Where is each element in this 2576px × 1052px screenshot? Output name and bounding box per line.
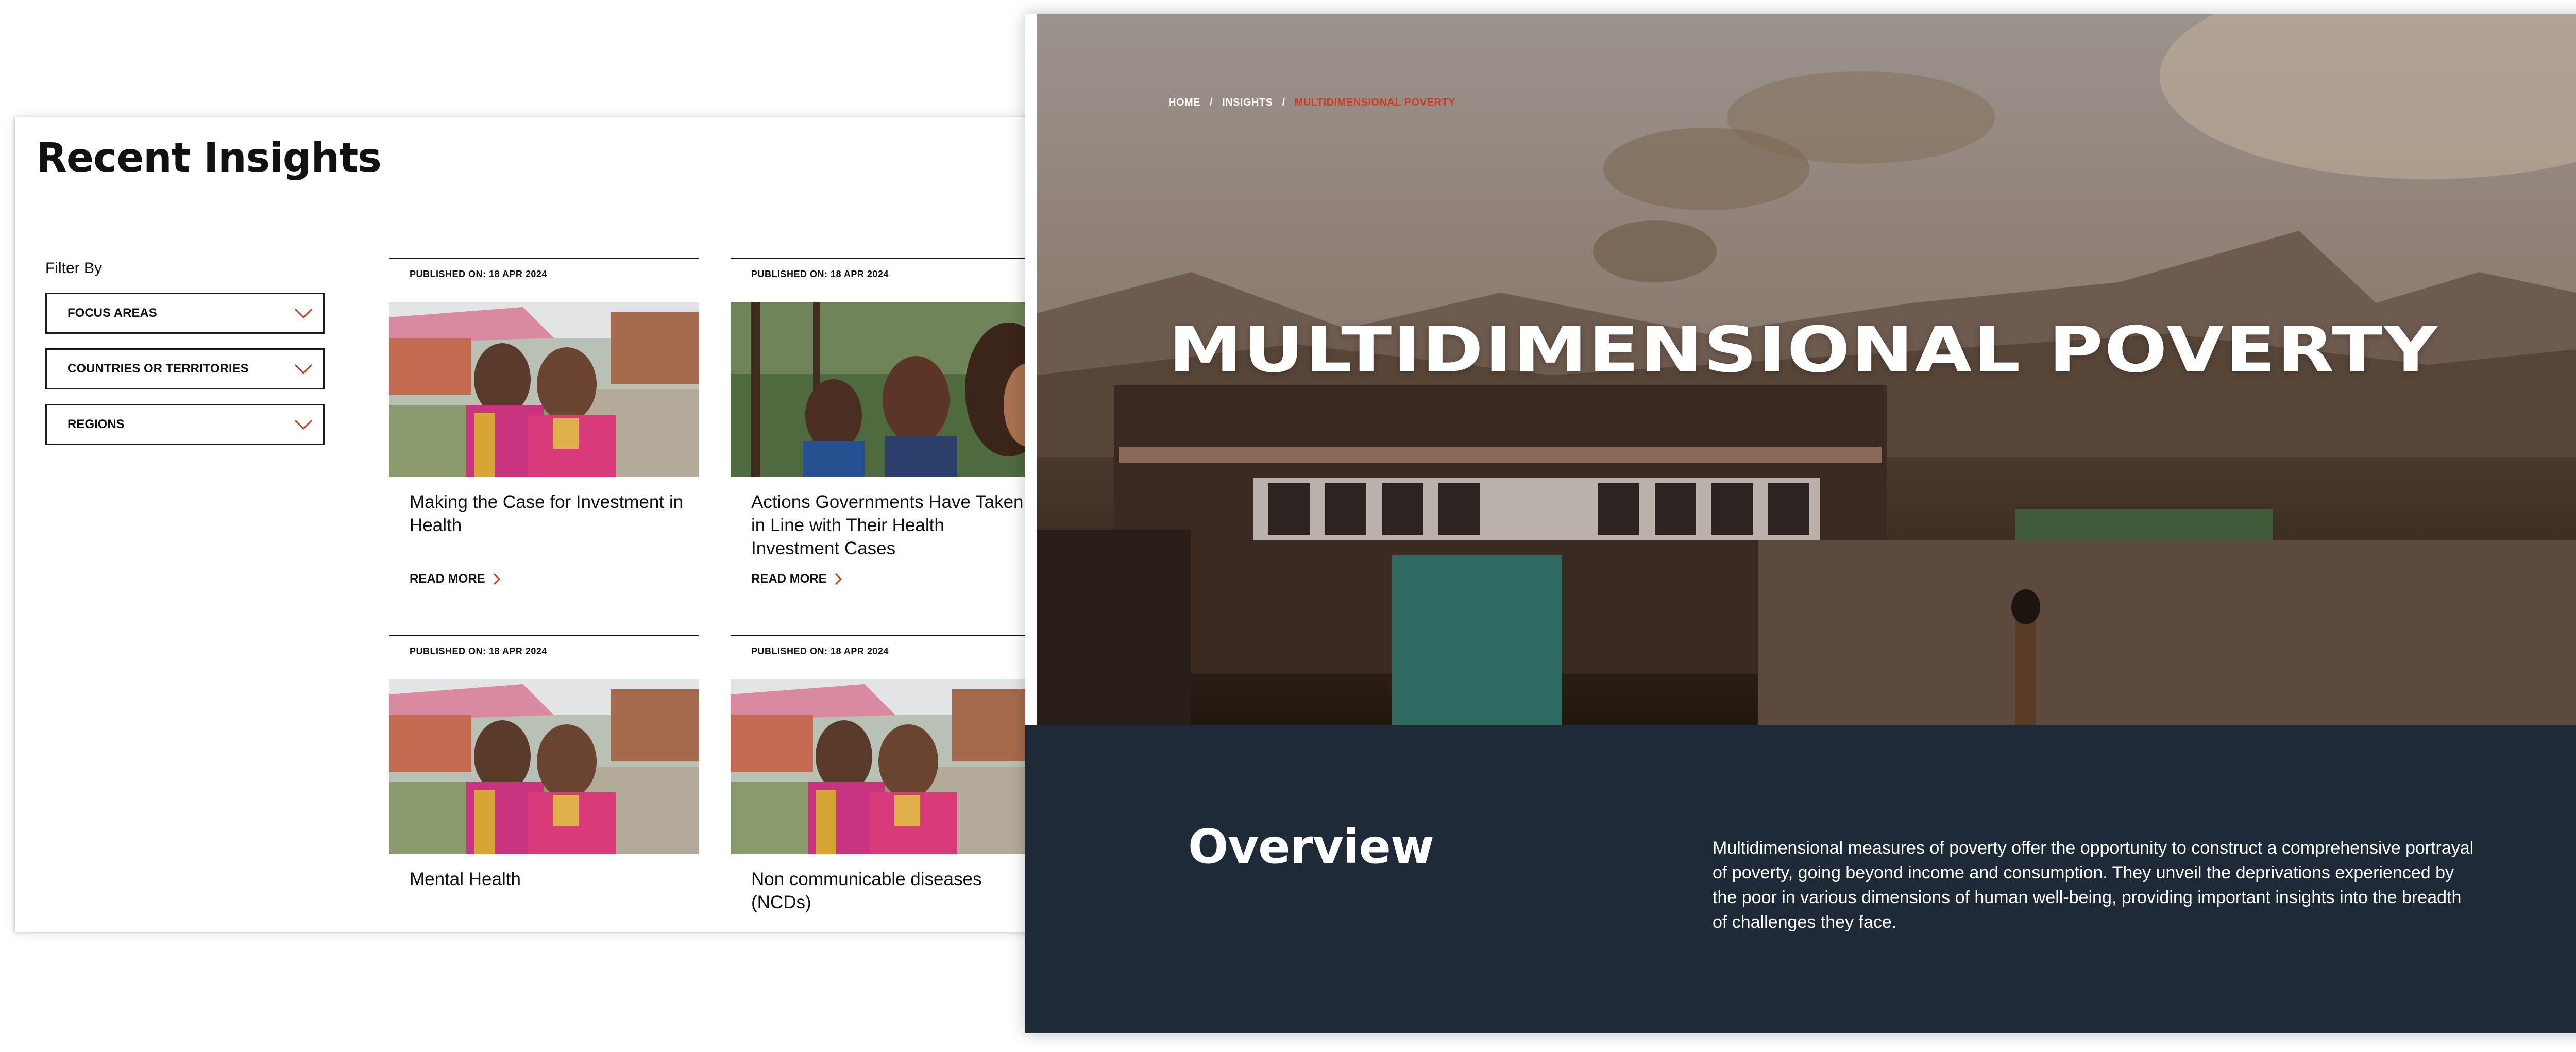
breadcrumb-separator: / [1210, 97, 1213, 108]
card-divider [731, 635, 1041, 636]
breadcrumb-home[interactable]: HOME [1168, 97, 1200, 109]
filter-label: Filter By [45, 260, 103, 277]
card-divider [389, 635, 699, 636]
hero-banner: HOME / INSIGHTS / MULTIDIMENSIONAL POVER… [1037, 14, 2576, 725]
published-date: PUBLISHED ON: 18 APR 2024 [751, 646, 889, 656]
insight-card[interactable]: PUBLISHED ON: 18 APR 2024 Non communicab… [731, 635, 1041, 932]
two-women-smiling-photo[interactable] [389, 302, 699, 477]
card-title[interactable]: Making the Case for Investment in Health [410, 490, 688, 537]
read-more-label: READ MORE [410, 572, 485, 586]
insight-card[interactable]: PUBLISHED ON: 18 APR 2024 Making the Cas… [389, 258, 699, 639]
three-women-profile-photo[interactable] [731, 302, 1041, 477]
focus-areas-select[interactable]: FOCUS AREAS [45, 293, 325, 334]
countries-select[interactable]: COUNTRIES OR TERRITORIES [45, 348, 325, 389]
chevron-down-icon [294, 308, 313, 319]
chevron-right-icon [835, 573, 842, 585]
breadcrumb-separator: / [1282, 97, 1285, 108]
chevron-down-icon [294, 364, 313, 375]
published-date: PUBLISHED ON: 18 APR 2024 [410, 646, 547, 656]
page-title: Recent Insights [36, 135, 382, 181]
card-divider [731, 258, 1041, 259]
card-divider [389, 258, 699, 259]
regions-label: REGIONS [67, 417, 125, 431]
hero-title: MULTIDIMENSIONAL POVERTY [1168, 313, 2439, 386]
published-date: PUBLISHED ON: 18 APR 2024 [751, 269, 889, 279]
two-women-smiling-photo[interactable] [731, 679, 1041, 854]
overview-text: Multidimensional measures of poverty off… [1713, 838, 2474, 932]
card-title[interactable]: Actions Governments Have Taken in Line w… [751, 490, 1029, 560]
published-date: PUBLISHED ON: 18 APR 2024 [410, 269, 547, 279]
chevron-down-icon [294, 419, 313, 430]
card-title[interactable]: Non communicable diseases (NCDs) [751, 868, 1029, 914]
countries-label: COUNTRIES OR TERRITORIES [67, 362, 249, 376]
recent-insights-panel: Recent Insights Filter By FOCUS AREAS CO… [15, 117, 1041, 932]
breadcrumb: HOME / INSIGHTS / MULTIDIMENSIONAL POVER… [1168, 97, 1455, 109]
read-more-link[interactable]: READ MORE [410, 572, 501, 586]
read-more-label: READ MORE [751, 572, 827, 586]
chevron-right-icon [493, 573, 500, 585]
focus-areas-label: FOCUS AREAS [67, 306, 157, 320]
two-women-smiling-photo[interactable] [389, 679, 699, 854]
read-more-link[interactable]: READ MORE [751, 572, 842, 586]
insight-card[interactable]: PUBLISHED ON: 18 APR 2024 Mental Health … [389, 635, 699, 932]
multidimensional-poverty-panel: HOME / INSIGHTS / MULTIDIMENSIONAL POVER… [1025, 14, 2576, 1033]
breadcrumb-insights[interactable]: INSIGHTS [1222, 97, 1273, 109]
regions-select[interactable]: REGIONS [45, 404, 325, 445]
overview-section: Overview Multidimensional measures of po… [1025, 725, 2576, 1033]
insight-card[interactable]: PUBLISHED ON: 18 APR 2024 Actions Govern… [731, 258, 1041, 639]
breadcrumb-current: MULTIDIMENSIONAL POVERTY [1294, 97, 1455, 108]
card-title[interactable]: Mental Health [410, 868, 688, 891]
overview-title: Overview [1188, 819, 1434, 874]
